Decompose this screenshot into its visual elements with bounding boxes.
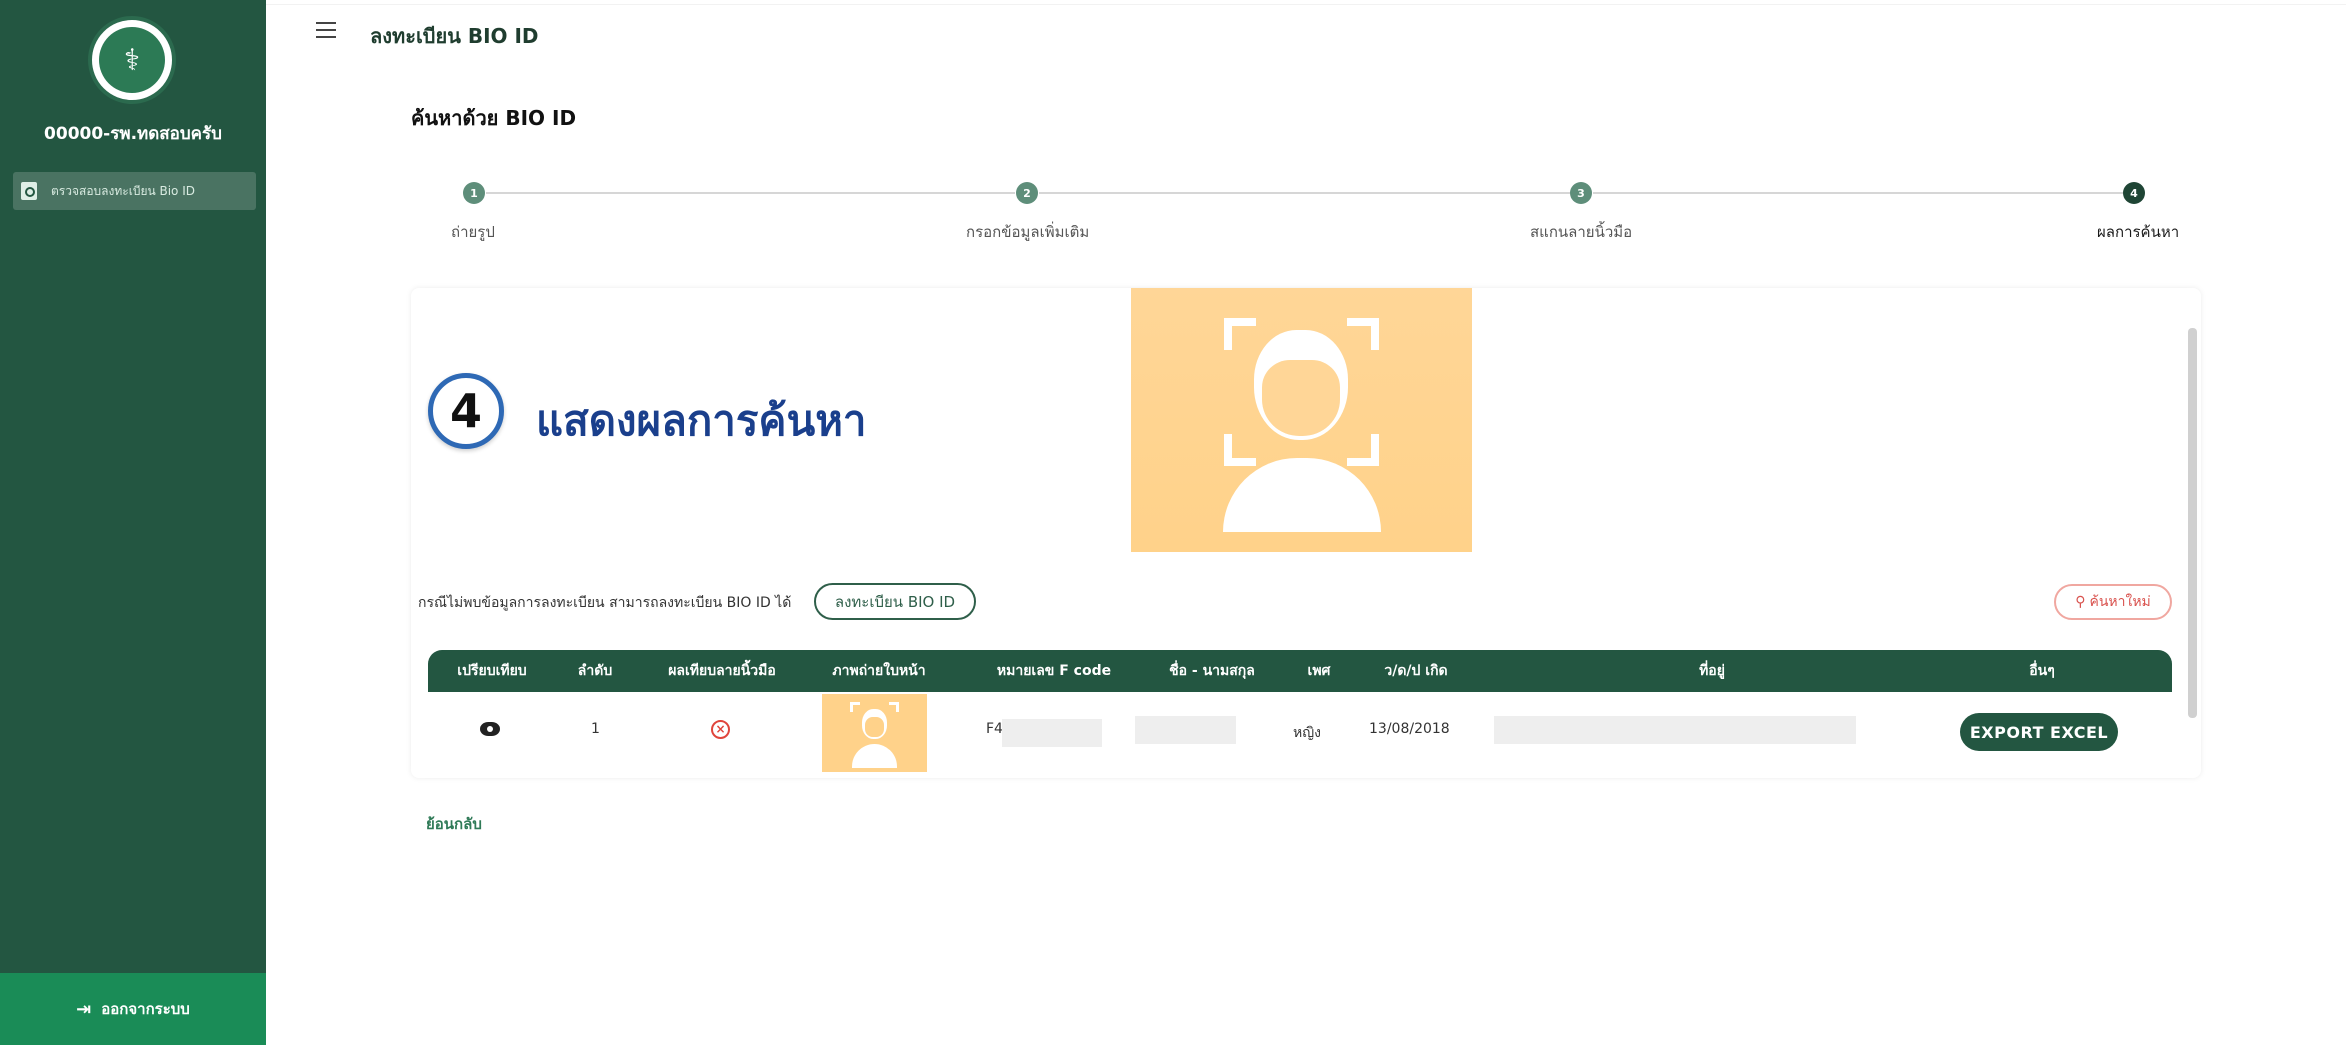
top-divider [266,4,2346,5]
row-fcode: F4 [986,721,1003,737]
face-photo-placeholder [1131,288,1472,552]
step-heading: แสดงผลการค้นหา [536,396,867,445]
logout-icon: ⇥ [76,998,92,1020]
column-header: อื่นๆ [2029,663,2055,679]
step-4-label: ผลการค้นหา [2097,223,2180,241]
sidebar: ⚕ 00000-รพ.ทดสอบครับ ตรวจสอบลงทะเบียน Bi… [0,0,266,1045]
step-connector [1593,192,2123,194]
step-1-label: ถ่ายรูป [451,223,495,241]
column-header: เปรียบเทียบ [457,663,527,679]
step-3-label: สแกนลายนิ้วมือ [1530,223,1633,241]
organization-name: 00000-รพ.ทดสอบครับ [44,124,222,144]
step-connector [1039,192,1570,194]
ministry-logo: ⚕ [88,16,176,104]
document-search-icon [21,182,37,200]
column-header: ที่อยู่ [1699,663,1725,679]
step-1-indicator: 1 [463,182,485,204]
face-thumbnail [822,694,927,772]
column-header: เพศ [1307,663,1331,679]
redacted-fcode [1002,719,1102,747]
back-link[interactable]: ย้อนกลับ [426,812,482,836]
column-header: ภาพถ่ายใบหน้า [832,663,926,679]
menu-toggle-icon[interactable] [316,22,336,38]
close-circle-icon: × [711,720,730,739]
step-2-indicator: 2 [1016,182,1038,204]
caduceus-icon: ⚕ [99,27,165,93]
new-search-button[interactable]: ⚲ ค้นหาใหม่ [2054,584,2172,620]
register-bio-id-button[interactable]: ลงทะเบียน BIO ID [814,583,976,620]
column-header: ว/ด/ป เกิด [1384,663,1448,679]
sidebar-item-bio-id-check[interactable]: ตรวจสอบลงทะเบียน Bio ID [13,172,256,210]
new-search-label: ค้นหาใหม่ [2089,594,2151,610]
eye-icon[interactable] [480,722,500,736]
card-scrollbar[interactable] [2188,328,2197,718]
step-3-indicator: 3 [1570,182,1592,204]
step-4-indicator: 4 [2123,182,2145,204]
app-title: ลงทะเบียน BIO ID [370,24,539,48]
logout-label: ออกจากระบบ [101,1000,190,1018]
row-gender: หญิง [1293,725,1321,741]
search-icon: ⚲ [2075,594,2086,610]
redacted-name [1135,716,1236,744]
results-table-header: เปรียบเทียบ ลำดับ ผลเทียบลายนิ้วมือ ภาพถ… [428,650,2172,692]
column-header: หมายเลข F code [996,663,1112,679]
no-result-notice: กรณีไม่พบข้อมูลการลงทะเบียน สามารถลงทะเบ… [418,595,792,611]
step-connector [486,192,1015,194]
column-header: ผลเทียบลายนิ้วมือ [668,663,776,679]
redacted-address [1494,716,1856,744]
row-birthdate: 13/08/2018 [1369,721,1450,737]
column-header: ลำดับ [577,663,613,679]
row-index: 1 [591,721,600,737]
logout-button[interactable]: ⇥ ออกจากระบบ [0,973,266,1045]
step-2-label: กรอกข้อมูลเพิ่มเติม [966,223,1090,241]
export-excel-button[interactable]: EXPORT EXCEL [1960,713,2118,751]
sidebar-item-label: ตรวจสอบลงทะเบียน Bio ID [51,183,195,198]
step-number-badge: 4 [428,373,504,449]
page-title: ค้นหาด้วย BIO ID [411,106,577,130]
column-header: ชื่อ - นามสกุล [1169,663,1255,679]
